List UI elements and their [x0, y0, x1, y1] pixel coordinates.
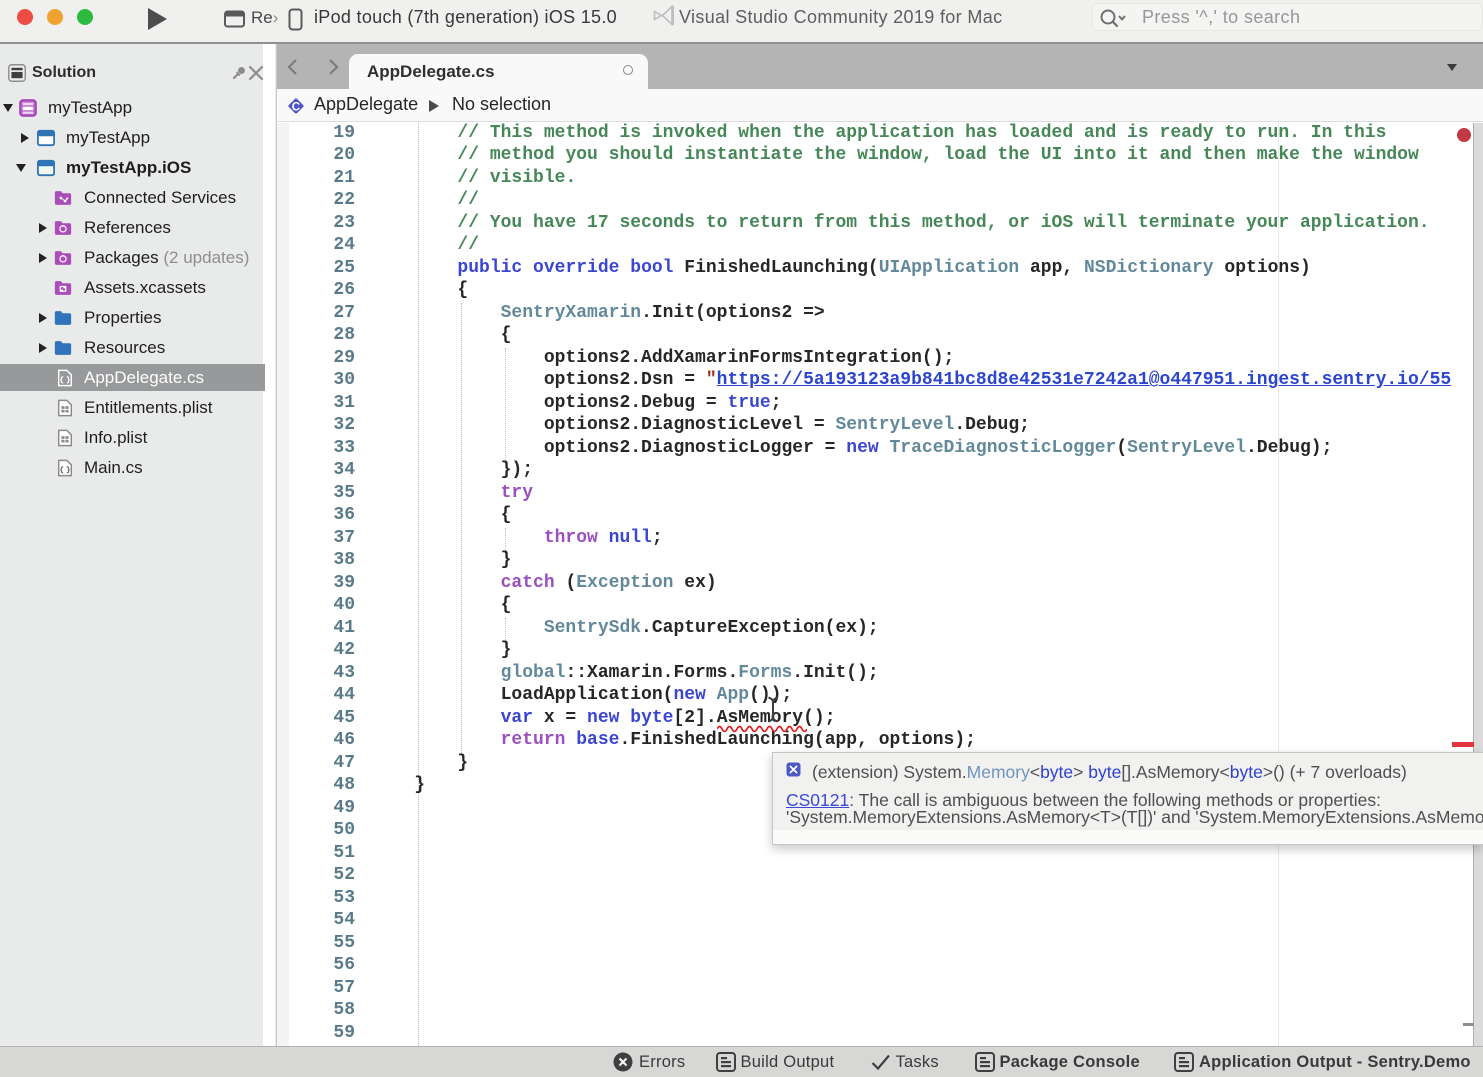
svg-text:C: C — [292, 101, 300, 113]
